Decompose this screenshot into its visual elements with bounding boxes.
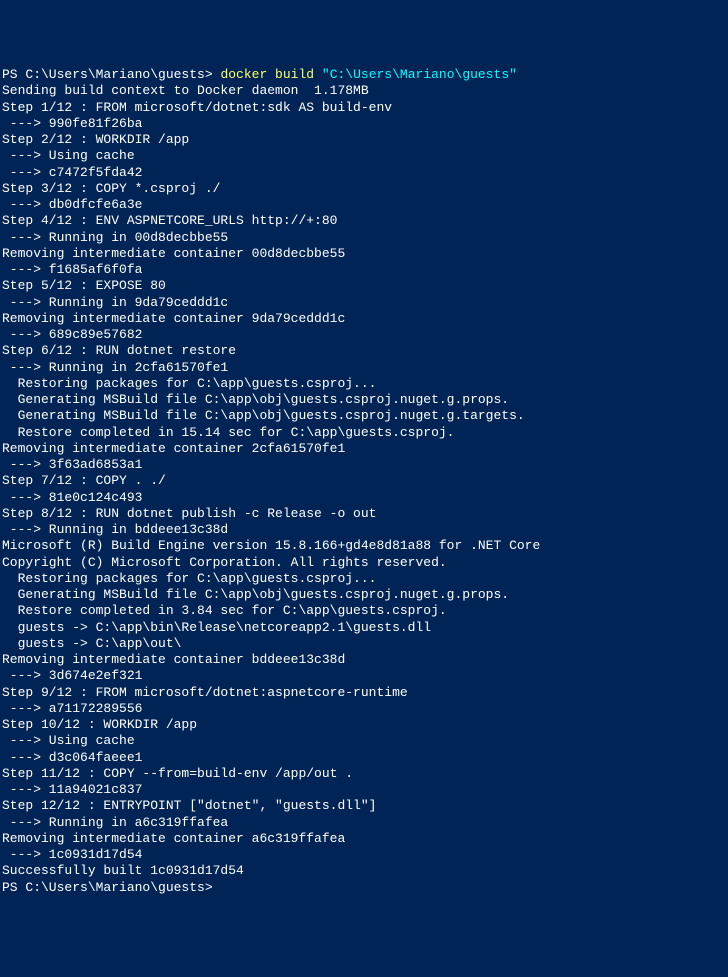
prompt-end: PS C:\Users\Mariano\guests> (2, 880, 213, 895)
output-line: ---> Running in bddeee13c38d (2, 522, 726, 538)
output-line: Step 6/12 : RUN dotnet restore (2, 343, 726, 359)
output-line: ---> 3f63ad6853a1 (2, 457, 726, 473)
output-line: ---> 990fe81f26ba (2, 116, 726, 132)
output-line: ---> Using cache (2, 733, 726, 749)
output-line: Step 2/12 : WORKDIR /app (2, 132, 726, 148)
prompt-text: PS C:\Users\Mariano\guests> (2, 67, 213, 82)
output-line: ---> Running in 2cfa61570fe1 (2, 360, 726, 376)
output-line: Removing intermediate container 9da79ced… (2, 311, 726, 327)
output-line: ---> 81e0c124c493 (2, 490, 726, 506)
output-line: Removing intermediate container 00d8decb… (2, 246, 726, 262)
output-line: Step 12/12 : ENTRYPOINT ["dotnet", "gues… (2, 798, 726, 814)
output-line: ---> Running in a6c319ffafea (2, 815, 726, 831)
output-line: Successfully built 1c0931d17d54 (2, 863, 726, 879)
output-line: Step 9/12 : FROM microsoft/dotnet:aspnet… (2, 685, 726, 701)
output-line: Step 11/12 : COPY --from=build-env /app/… (2, 766, 726, 782)
output-line: ---> c7472f5fda42 (2, 165, 726, 181)
output-line: Step 7/12 : COPY . ./ (2, 473, 726, 489)
output-line: Generating MSBuild file C:\app\obj\guest… (2, 392, 726, 408)
output-line: Removing intermediate container bddeee13… (2, 652, 726, 668)
output-line: Generating MSBuild file C:\app\obj\guest… (2, 408, 726, 424)
output-line: ---> Running in 9da79ceddd1c (2, 295, 726, 311)
command-path: "C:\Users\Mariano\guests" (322, 67, 517, 82)
output-line: ---> d3c064faeee1 (2, 750, 726, 766)
output-line: ---> f1685af6f0fa (2, 262, 726, 278)
output-line: Restore completed in 15.14 sec for C:\ap… (2, 425, 726, 441)
output-line: ---> 1c0931d17d54 (2, 847, 726, 863)
command-line: PS C:\Users\Mariano\guests> docker build… (2, 67, 726, 83)
output-line: Microsoft (R) Build Engine version 15.8.… (2, 538, 726, 554)
command: docker build (220, 67, 314, 82)
output-line: Sending build context to Docker daemon 1… (2, 83, 726, 99)
output-line: Step 3/12 : COPY *.csproj ./ (2, 181, 726, 197)
output-line: ---> 11a94021c837 (2, 782, 726, 798)
output-line: Step 10/12 : WORKDIR /app (2, 717, 726, 733)
output-line: Removing intermediate container 2cfa6157… (2, 441, 726, 457)
output-line: ---> 3d674e2ef321 (2, 668, 726, 684)
output-line: Step 5/12 : EXPOSE 80 (2, 278, 726, 294)
prompt-end-line: PS C:\Users\Mariano\guests> (2, 880, 726, 896)
output-line: ---> a71172289556 (2, 701, 726, 717)
terminal-output[interactable]: PS C:\Users\Mariano\guests> docker build… (2, 67, 726, 896)
output-line: Copyright (C) Microsoft Corporation. All… (2, 555, 726, 571)
output-line: Restore completed in 3.84 sec for C:\app… (2, 603, 726, 619)
output-line: guests -> C:\app\out\ (2, 636, 726, 652)
output-line: Generating MSBuild file C:\app\obj\guest… (2, 587, 726, 603)
output-line: ---> Using cache (2, 148, 726, 164)
output-line: Step 4/12 : ENV ASPNETCORE_URLS http://+… (2, 213, 726, 229)
output-line: Restoring packages for C:\app\guests.csp… (2, 376, 726, 392)
output-line: Step 8/12 : RUN dotnet publish -c Releas… (2, 506, 726, 522)
output-line: ---> db0dfcfe6a3e (2, 197, 726, 213)
output-line: Restoring packages for C:\app\guests.csp… (2, 571, 726, 587)
output-line: ---> 689c89e57682 (2, 327, 726, 343)
output-line: Step 1/12 : FROM microsoft/dotnet:sdk AS… (2, 100, 726, 116)
output-line: guests -> C:\app\bin\Release\netcoreapp2… (2, 620, 726, 636)
cursor (220, 881, 228, 895)
output-line: ---> Running in 00d8decbbe55 (2, 230, 726, 246)
output-line: Removing intermediate container a6c319ff… (2, 831, 726, 847)
